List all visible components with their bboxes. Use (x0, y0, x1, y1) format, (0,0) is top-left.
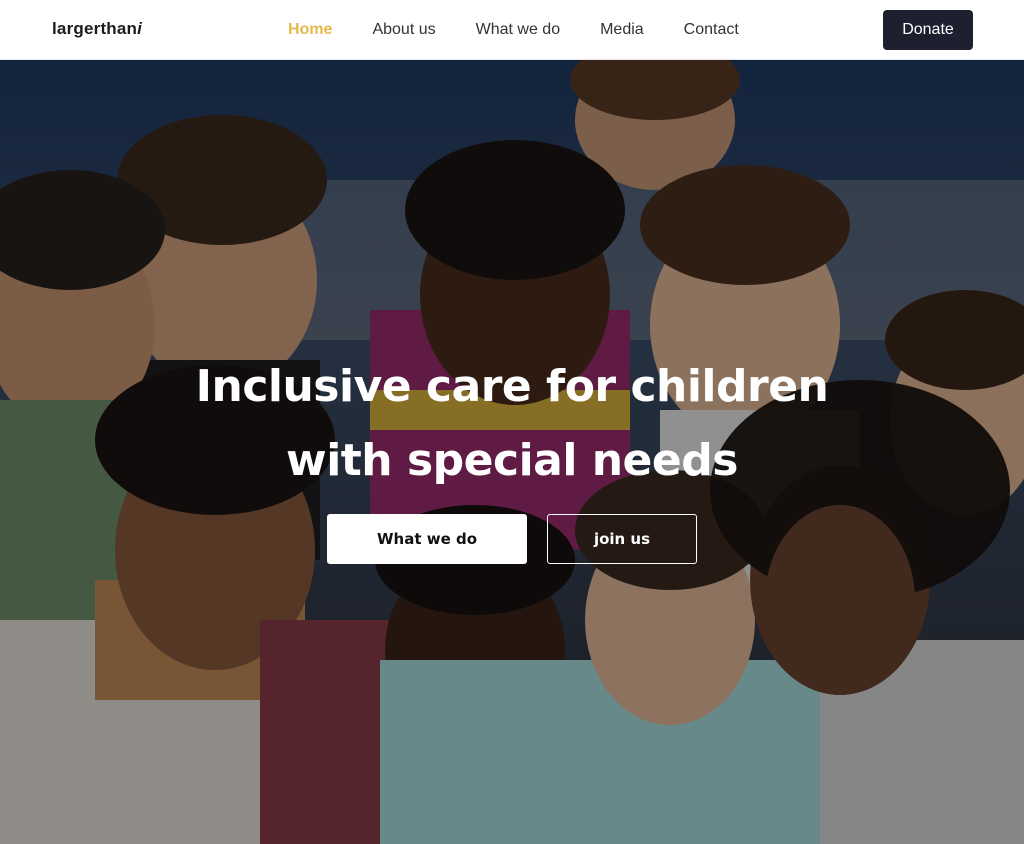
hero-actions: What we do join us (0, 514, 1024, 564)
hero-title-line-1: Inclusive care for children (195, 361, 829, 412)
donate-button[interactable]: Donate (883, 10, 973, 50)
main-nav: Home About us What we do Media Contact (288, 20, 779, 40)
nav-what-we-do[interactable]: What we do (476, 20, 560, 40)
hero-title: Inclusive care for children with special… (0, 350, 1024, 498)
logo-suffix: i (137, 19, 143, 38)
hero-title-line-2: with special needs (286, 435, 738, 486)
nav-home[interactable]: Home (288, 20, 332, 40)
logo-text: largerthan (52, 19, 138, 38)
site-logo[interactable]: largerthani (52, 19, 142, 39)
join-us-button[interactable]: join us (547, 514, 697, 564)
nav-media[interactable]: Media (600, 20, 644, 40)
hero-section: Inclusive care for children with special… (0, 60, 1024, 844)
nav-about-us[interactable]: About us (372, 20, 435, 40)
what-we-do-button[interactable]: What we do (327, 514, 527, 564)
navbar: largerthani Home About us What we do Med… (0, 0, 1024, 60)
nav-contact[interactable]: Contact (684, 20, 739, 40)
hero-content: Inclusive care for children with special… (0, 350, 1024, 564)
